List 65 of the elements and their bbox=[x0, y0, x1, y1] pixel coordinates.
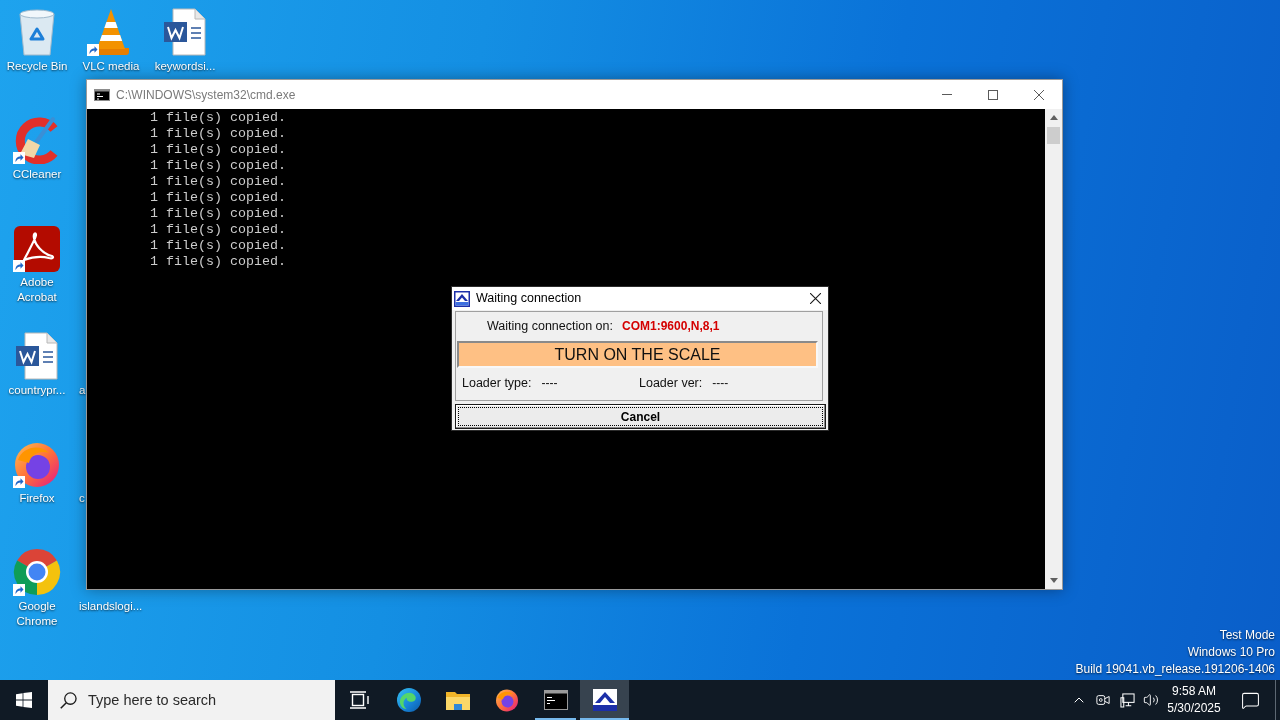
down-arrow-icon bbox=[1049, 578, 1058, 583]
system-info-text: Test Mode bbox=[1219, 627, 1275, 644]
desktop-shortcut[interactable]: Google Chrome bbox=[0, 545, 74, 629]
search-icon bbox=[60, 691, 77, 709]
console-line: 1 file(s) copied. bbox=[150, 174, 286, 190]
search-field[interactable]: Type here to search bbox=[48, 680, 335, 720]
desktop-shortcut[interactable]: c bbox=[79, 491, 85, 506]
desktop-shortcut[interactable]: VLC media bbox=[74, 5, 148, 74]
firefox-icon bbox=[494, 688, 519, 712]
up-arrow-icon bbox=[1049, 115, 1058, 120]
task-view-icon bbox=[349, 691, 370, 709]
word-document-icon bbox=[163, 8, 207, 56]
console-line: 1 file(s) copied. bbox=[150, 158, 286, 174]
clock-button[interactable]: 9:58 AM 5/30/2025 bbox=[1163, 680, 1225, 720]
desktop-shortcut[interactable]: Recycle Bin bbox=[0, 5, 74, 74]
port-settings-text: COM1:9600,N,8,1 bbox=[622, 318, 720, 335]
folder-icon bbox=[445, 690, 470, 710]
console-line: 1 file(s) copied. bbox=[150, 126, 286, 142]
desktop-shortcut[interactable]: a bbox=[79, 383, 86, 398]
swirl-tile-icon bbox=[14, 226, 60, 272]
notification-icon bbox=[1240, 690, 1260, 710]
cancel-button[interactable]: Cancel bbox=[455, 404, 826, 429]
dialog-title: Waiting connection bbox=[476, 290, 582, 308]
loader-type-label: Loader type: bbox=[462, 374, 532, 392]
minimize-icon bbox=[942, 94, 952, 95]
desktop-shortcut[interactable]: islandslogi... bbox=[79, 599, 143, 614]
scrollbar-thumb[interactable] bbox=[1047, 127, 1060, 144]
waiting-label: Waiting connection on: bbox=[487, 317, 613, 335]
firefox-icon bbox=[13, 440, 61, 488]
recycle-bin-icon bbox=[17, 8, 57, 56]
app-logo-icon bbox=[592, 689, 617, 711]
loader-ver-value: ---- bbox=[712, 375, 729, 392]
system-info-text: Windows 10 Pro bbox=[1187, 644, 1275, 661]
terminal-icon bbox=[543, 690, 568, 710]
chrome-icon bbox=[13, 548, 61, 596]
maximize-icon bbox=[988, 89, 998, 100]
network-monitor-icon bbox=[1119, 692, 1135, 708]
console-line: 1 file(s) copied. bbox=[150, 222, 286, 238]
close-icon bbox=[1034, 89, 1044, 100]
console-line: 1 file(s) copied. bbox=[150, 110, 286, 126]
desktop-shortcut[interactable]: Firefox bbox=[0, 437, 74, 506]
desktop-shortcut[interactable]: Adobe Acrobat bbox=[0, 221, 74, 305]
console-line: 1 file(s) copied. bbox=[150, 238, 286, 254]
desktop-shortcut[interactable]: CCleaner bbox=[0, 113, 74, 182]
taskbar-app-button[interactable] bbox=[580, 680, 629, 720]
console-line: 1 file(s) copied. bbox=[150, 142, 286, 158]
loader-ver-label: Loader ver: bbox=[639, 374, 703, 392]
loader-type-value: ---- bbox=[541, 375, 558, 392]
window-title: C:\WINDOWS\system32\cmd.exe bbox=[116, 86, 296, 104]
speaker-icon bbox=[1143, 692, 1159, 708]
browser-swirl-icon bbox=[396, 688, 421, 712]
windows-logo-icon bbox=[16, 692, 32, 708]
clock-time: 9:58 AM bbox=[1172, 683, 1216, 700]
video-camera-icon bbox=[1096, 693, 1110, 707]
system-info-text: Build 19041.vb_release.191206-1406 bbox=[1075, 661, 1275, 678]
close-icon bbox=[809, 293, 821, 304]
console-line: 1 file(s) copied. bbox=[150, 190, 286, 206]
console-line: 1 file(s) copied. bbox=[150, 254, 286, 270]
prompt-banner: TURN ON THE SCALE bbox=[457, 341, 818, 368]
console-line: 1 file(s) copied. bbox=[150, 206, 286, 222]
word-document-icon bbox=[15, 332, 59, 380]
terminal-icon bbox=[94, 88, 110, 101]
desktop-shortcut[interactable]: countrypr... bbox=[0, 329, 74, 398]
desktop-shortcut[interactable]: keywordsi... bbox=[148, 5, 222, 74]
clock-date: 5/30/2025 bbox=[1167, 700, 1221, 717]
